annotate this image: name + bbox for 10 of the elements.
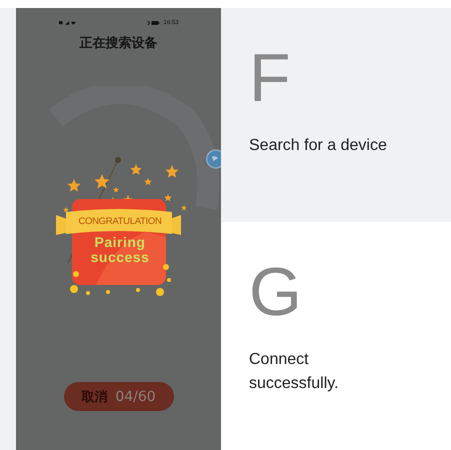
success-message: Pairing success (90, 235, 150, 265)
step-caption: Connect successfully. (249, 350, 340, 394)
ribbon-text: CONGRATULATION (77, 216, 163, 227)
step-letter: F (249, 39, 292, 118)
step-caption: Search for a device (249, 136, 388, 156)
step-letter: G (249, 253, 303, 332)
screen-title: 正在搜索设备 (80, 34, 158, 52)
battery-icon (147, 20, 162, 26)
cancel-button[interactable]: 取消 04/60 (64, 382, 174, 411)
signal-icon (58, 20, 76, 26)
